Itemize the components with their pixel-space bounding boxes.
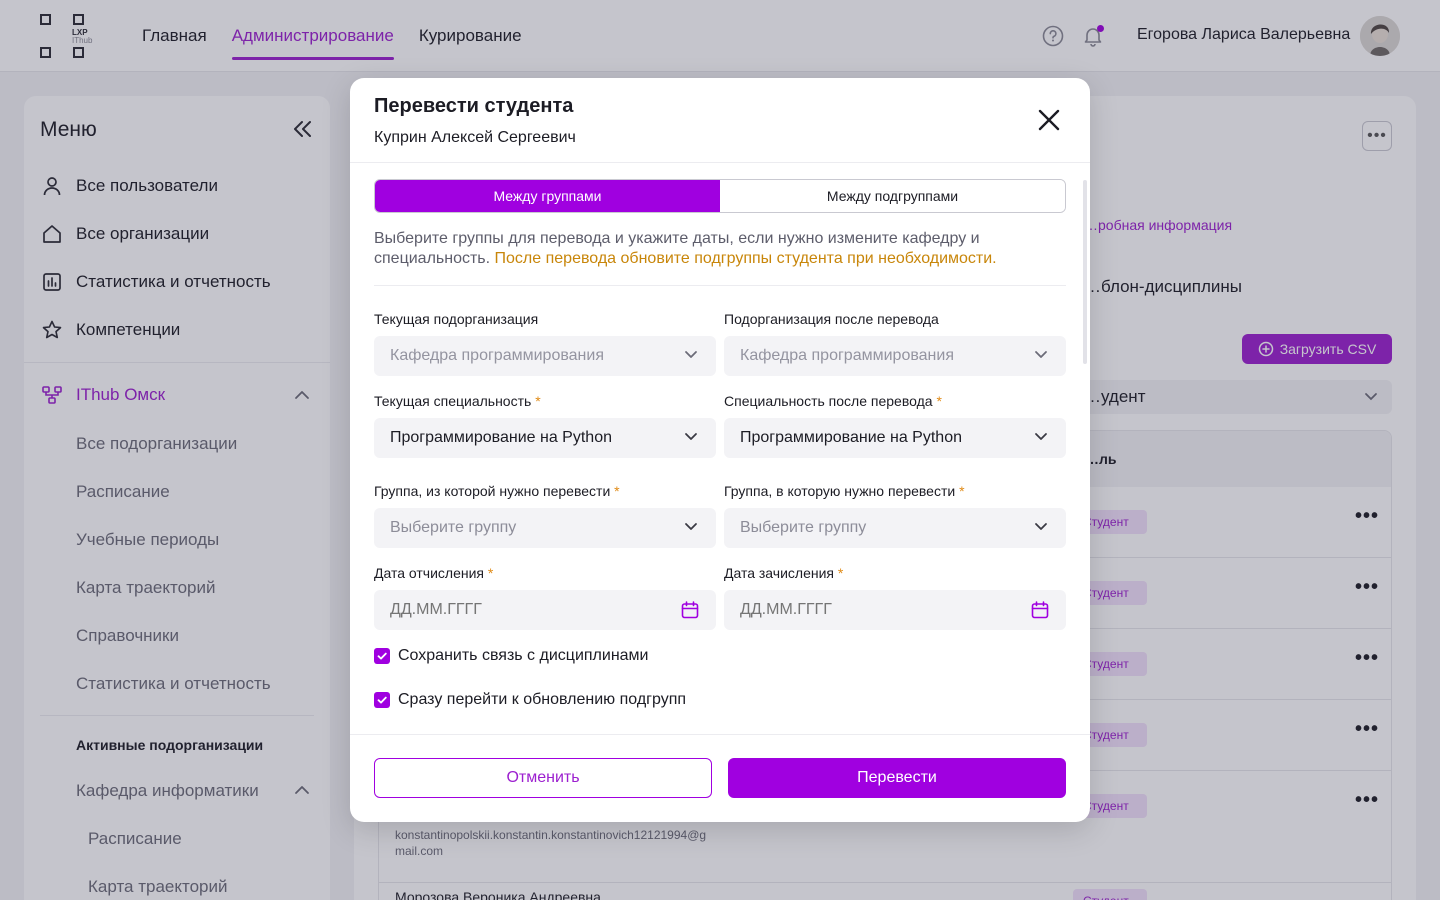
label-text: Группа, из которой нужно перевести xyxy=(374,483,611,499)
check-icon xyxy=(377,652,387,660)
required-mark: * xyxy=(936,393,942,409)
expel-date-input[interactable] xyxy=(374,590,716,630)
modal-header-divider xyxy=(350,162,1090,163)
new-spec-select[interactable]: Программирование на Python xyxy=(724,418,1066,458)
current-spec-label: Текущая специальность * xyxy=(374,393,541,409)
modal-title: Перевести студента xyxy=(374,95,574,117)
label-text: Дата зачисления xyxy=(724,565,834,581)
update-subgroups-checkbox[interactable]: Сразу перейти к обновлению подгрупп xyxy=(374,691,686,709)
new-org-select[interactable]: Кафедра программирования xyxy=(724,336,1066,376)
check-icon xyxy=(377,696,387,704)
checkbox-label: Сохранить связь с дисциплинами xyxy=(398,647,649,664)
chevron-down-icon xyxy=(685,523,697,530)
transfer-button[interactable]: Перевести xyxy=(728,758,1066,798)
to-group-select[interactable]: Выберите группу xyxy=(724,508,1066,548)
label-text: Специальность после перевода xyxy=(724,393,933,409)
from-group-select[interactable]: Выберите группу xyxy=(374,508,716,548)
calendar-icon[interactable] xyxy=(680,600,700,620)
label-text: Группа, в которую нужно перевести xyxy=(724,483,956,499)
required-mark: * xyxy=(535,393,541,409)
tab-between-subgroups[interactable]: Между подгруппами xyxy=(720,180,1065,212)
chevron-down-icon xyxy=(685,433,697,440)
chevron-down-icon xyxy=(1035,523,1047,530)
checkbox-label: Сразу перейти к обновлению подгрупп xyxy=(398,691,687,708)
expel-date-label: Дата отчисления * xyxy=(374,565,493,581)
chevron-down-icon xyxy=(685,351,697,358)
enroll-date-label: Дата зачисления * xyxy=(724,565,843,581)
current-org-select[interactable]: Кафедра программирования xyxy=(374,336,716,376)
transfer-student-modal: Перевести студента Куприн Алексей Сергее… xyxy=(350,78,1090,822)
checkbox-checked[interactable] xyxy=(374,648,390,664)
new-org-value: Кафедра программирования xyxy=(740,347,954,364)
chevron-down-icon xyxy=(1035,433,1047,440)
current-org-value: Кафедра программирования xyxy=(390,347,604,364)
to-group-placeholder: Выберите группу xyxy=(740,519,867,536)
from-group-label: Группа, из которой нужно перевести * xyxy=(374,483,620,499)
modal-description: Выберите группы для перевода и укажите д… xyxy=(374,229,1066,269)
label-text: Текущая специальность xyxy=(374,393,532,409)
new-org-label: Подорганизация после перевода xyxy=(724,311,939,327)
modal-footer-divider xyxy=(350,734,1090,735)
description-divider xyxy=(374,285,1066,286)
calendar-icon[interactable] xyxy=(1030,600,1050,620)
checkbox-checked[interactable] xyxy=(374,692,390,708)
required-mark: * xyxy=(837,565,844,581)
new-spec-value: Программирование на Python xyxy=(740,429,962,446)
keep-disciplines-checkbox[interactable]: Сохранить связь с дисциплинами xyxy=(374,647,648,665)
to-group-label: Группа, в которую нужно перевести * xyxy=(724,483,965,499)
tab-between-groups[interactable]: Между группами xyxy=(375,180,720,212)
required-mark: * xyxy=(614,483,620,499)
required-mark: * xyxy=(959,483,965,499)
enroll-date-input[interactable] xyxy=(724,590,1066,630)
from-group-placeholder: Выберите группу xyxy=(390,519,517,536)
modal-scrollbar[interactable] xyxy=(1083,180,1087,364)
required-mark: * xyxy=(487,565,494,581)
cancel-button[interactable]: Отменить xyxy=(374,758,712,798)
transfer-type-tabs: Между группами Между подгруппами xyxy=(374,179,1066,213)
current-spec-value: Программирование на Python xyxy=(390,429,612,446)
label-text: Дата отчисления xyxy=(374,565,484,581)
current-spec-select[interactable]: Программирование на Python xyxy=(374,418,716,458)
current-org-label: Текущая подорганизация xyxy=(374,311,539,327)
new-spec-label: Специальность после перевода * xyxy=(724,393,942,409)
close-icon[interactable] xyxy=(1036,107,1062,133)
student-name: Куприн Алексей Сергеевич xyxy=(374,129,576,146)
chevron-down-icon xyxy=(1035,351,1047,358)
warning-text: После перевода обновите подгруппы студен… xyxy=(494,250,997,267)
